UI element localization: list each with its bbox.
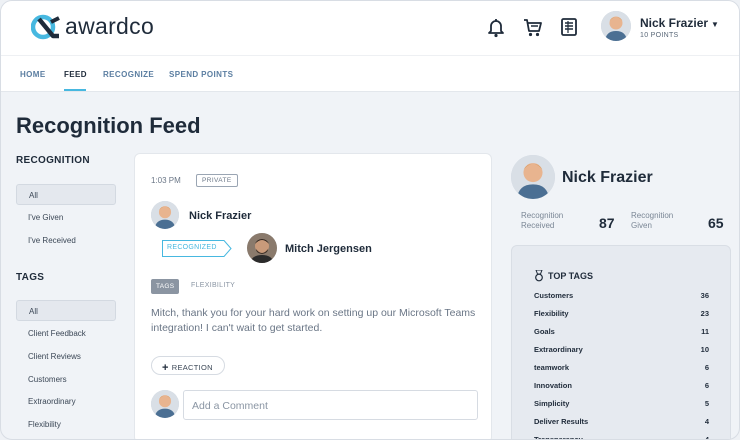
user-points: 10 POINTS xyxy=(640,31,679,39)
recognition-filter-heading: RECOGNITION xyxy=(16,155,90,166)
filter-tag-client-feedback[interactable]: Client Feedback xyxy=(16,323,116,344)
user-info: Nick Frazier ▼ 10 POINTS xyxy=(640,14,719,39)
top-tag-count: 4 xyxy=(704,435,709,440)
top-tag-count: 4 xyxy=(704,417,709,426)
top-tag-row[interactable]: Simplicity 5 xyxy=(534,399,709,413)
top-tag-row[interactable]: Customers 36 xyxy=(534,291,709,305)
recognition-post-card: 1:03 PM PRIVATE Nick Frazier RECOGNIZED xyxy=(134,153,492,439)
top-tag-count: 11 xyxy=(701,327,709,336)
recognized-label: RECOGNIZED xyxy=(167,244,217,251)
page-title: Recognition Feed xyxy=(16,113,201,138)
post-time: 1:03 PM xyxy=(151,176,181,185)
top-tag-name: Customers xyxy=(534,291,574,300)
filter-tag-all[interactable]: All xyxy=(16,300,116,321)
giver-avatar[interactable] xyxy=(151,201,179,229)
giver-name[interactable]: Nick Frazier xyxy=(189,210,251,222)
chevron-down-icon[interactable]: ▼ xyxy=(711,20,719,29)
tab-feed[interactable]: FEED xyxy=(64,70,87,79)
top-tag-count: 6 xyxy=(704,381,709,390)
visibility-badge: PRIVATE xyxy=(196,174,238,187)
top-tag-name: Transparency xyxy=(534,435,583,440)
add-reaction-button[interactable]: + REACTION xyxy=(151,356,225,375)
profile-name: Nick Frazier xyxy=(562,169,653,186)
filter-tag-flexibility[interactable]: Flexibility xyxy=(16,414,116,435)
awardco-logo[interactable]: awardco xyxy=(31,13,154,40)
top-tag-count: 6 xyxy=(704,363,709,372)
top-tags-heading: TOP TAGS xyxy=(548,271,594,281)
tab-recognize[interactable]: RECOGNIZE xyxy=(103,70,154,79)
top-tag-name: Simplicity xyxy=(534,399,570,408)
top-tag-row[interactable]: Deliver Results 4 xyxy=(534,417,709,431)
filter-tag-client-reviews[interactable]: Client Reviews xyxy=(16,346,116,367)
top-tag-count: 5 xyxy=(704,399,709,408)
top-tag-row[interactable]: Transparency 4 xyxy=(534,435,709,440)
tags-filter-heading: TAGS xyxy=(16,272,45,283)
top-tag-name: Goals xyxy=(534,327,555,336)
user-avatar-icon xyxy=(601,11,631,41)
commenter-avatar xyxy=(151,390,179,418)
recognition-received-label: Recognition Received xyxy=(521,211,564,230)
receiver-avatar[interactable] xyxy=(247,233,277,263)
top-tags-panel: TOP TAGS Customers 36 Flexibility 23 Goals 11… xyxy=(511,245,731,440)
awardco-logo-mark-icon xyxy=(31,14,60,39)
receiver-avatar-icon xyxy=(247,233,277,263)
profile-avatar-icon xyxy=(511,155,555,199)
post-tag[interactable]: FLEXIBILITY xyxy=(191,282,235,289)
top-tag-row[interactable]: Extraordinary 10 xyxy=(534,345,709,359)
top-tag-row[interactable]: Goals 11 xyxy=(534,327,709,341)
brand-name: awardco xyxy=(65,13,155,39)
receipt-icon[interactable] xyxy=(558,16,580,38)
top-tag-row[interactable]: Flexibility 23 xyxy=(534,309,709,323)
recognition-given-count: 65 xyxy=(708,215,724,231)
bell-icon[interactable] xyxy=(485,16,507,38)
recognition-given-label: Recognition Given xyxy=(631,211,674,230)
comment-input[interactable]: Add a Comment xyxy=(183,390,478,420)
receiver-name[interactable]: Mitch Jergensen xyxy=(285,243,372,255)
tab-home[interactable]: HOME xyxy=(20,70,46,79)
top-tag-count: 23 xyxy=(700,309,709,318)
filter-ive-received[interactable]: I've Received xyxy=(16,230,116,251)
post-message: Mitch, thank you for your hard work on s… xyxy=(151,307,476,334)
medal-icon xyxy=(535,270,543,282)
top-tag-row[interactable]: Innovation 6 xyxy=(534,381,709,395)
top-tag-name: Deliver Results xyxy=(534,417,589,426)
top-tags-title: TOP TAGS xyxy=(534,270,593,282)
recognition-received-count: 87 xyxy=(599,215,615,231)
plus-icon: + xyxy=(162,362,169,374)
giver-avatar-icon xyxy=(151,201,179,229)
active-tab-indicator xyxy=(64,89,86,91)
reaction-label: REACTION xyxy=(171,363,213,372)
filter-tag-customers[interactable]: Customers xyxy=(16,369,116,390)
tab-spend-points[interactable]: SPEND POINTS xyxy=(169,70,233,79)
top-tag-name: Extraordinary xyxy=(534,345,583,354)
top-header: awardco Nick Frazier ▼ 10 POINTS xyxy=(1,1,739,55)
user-name: Nick Frazier xyxy=(640,15,709,30)
top-tag-name: Flexibility xyxy=(534,309,569,318)
top-tag-row[interactable]: teamwork 6 xyxy=(534,363,709,377)
top-tag-count: 36 xyxy=(700,291,709,300)
user-menu[interactable]: Nick Frazier ▼ 10 POINTS xyxy=(601,11,719,41)
filter-all-recognition[interactable]: All xyxy=(16,184,116,205)
top-tag-name: Innovation xyxy=(534,381,572,390)
filter-tag-extraordinary[interactable]: Extraordinary xyxy=(16,391,116,412)
main-nav: HOME FEED RECOGNIZE SPEND POINTS xyxy=(1,55,739,92)
profile-avatar xyxy=(511,155,555,199)
filter-ive-given[interactable]: I've Given xyxy=(16,207,116,228)
top-tag-count: 10 xyxy=(700,345,709,354)
cart-icon[interactable] xyxy=(522,16,544,38)
user-avatar xyxy=(601,11,631,41)
user-name-row: Nick Frazier ▼ xyxy=(640,14,719,32)
app-window: awardco Nick Frazier ▼ 10 POINTS HOME FE… xyxy=(0,0,740,440)
tags-chip: TAGS xyxy=(151,279,180,294)
top-tag-name: teamwork xyxy=(534,363,570,372)
commenter-avatar-icon xyxy=(151,390,179,418)
